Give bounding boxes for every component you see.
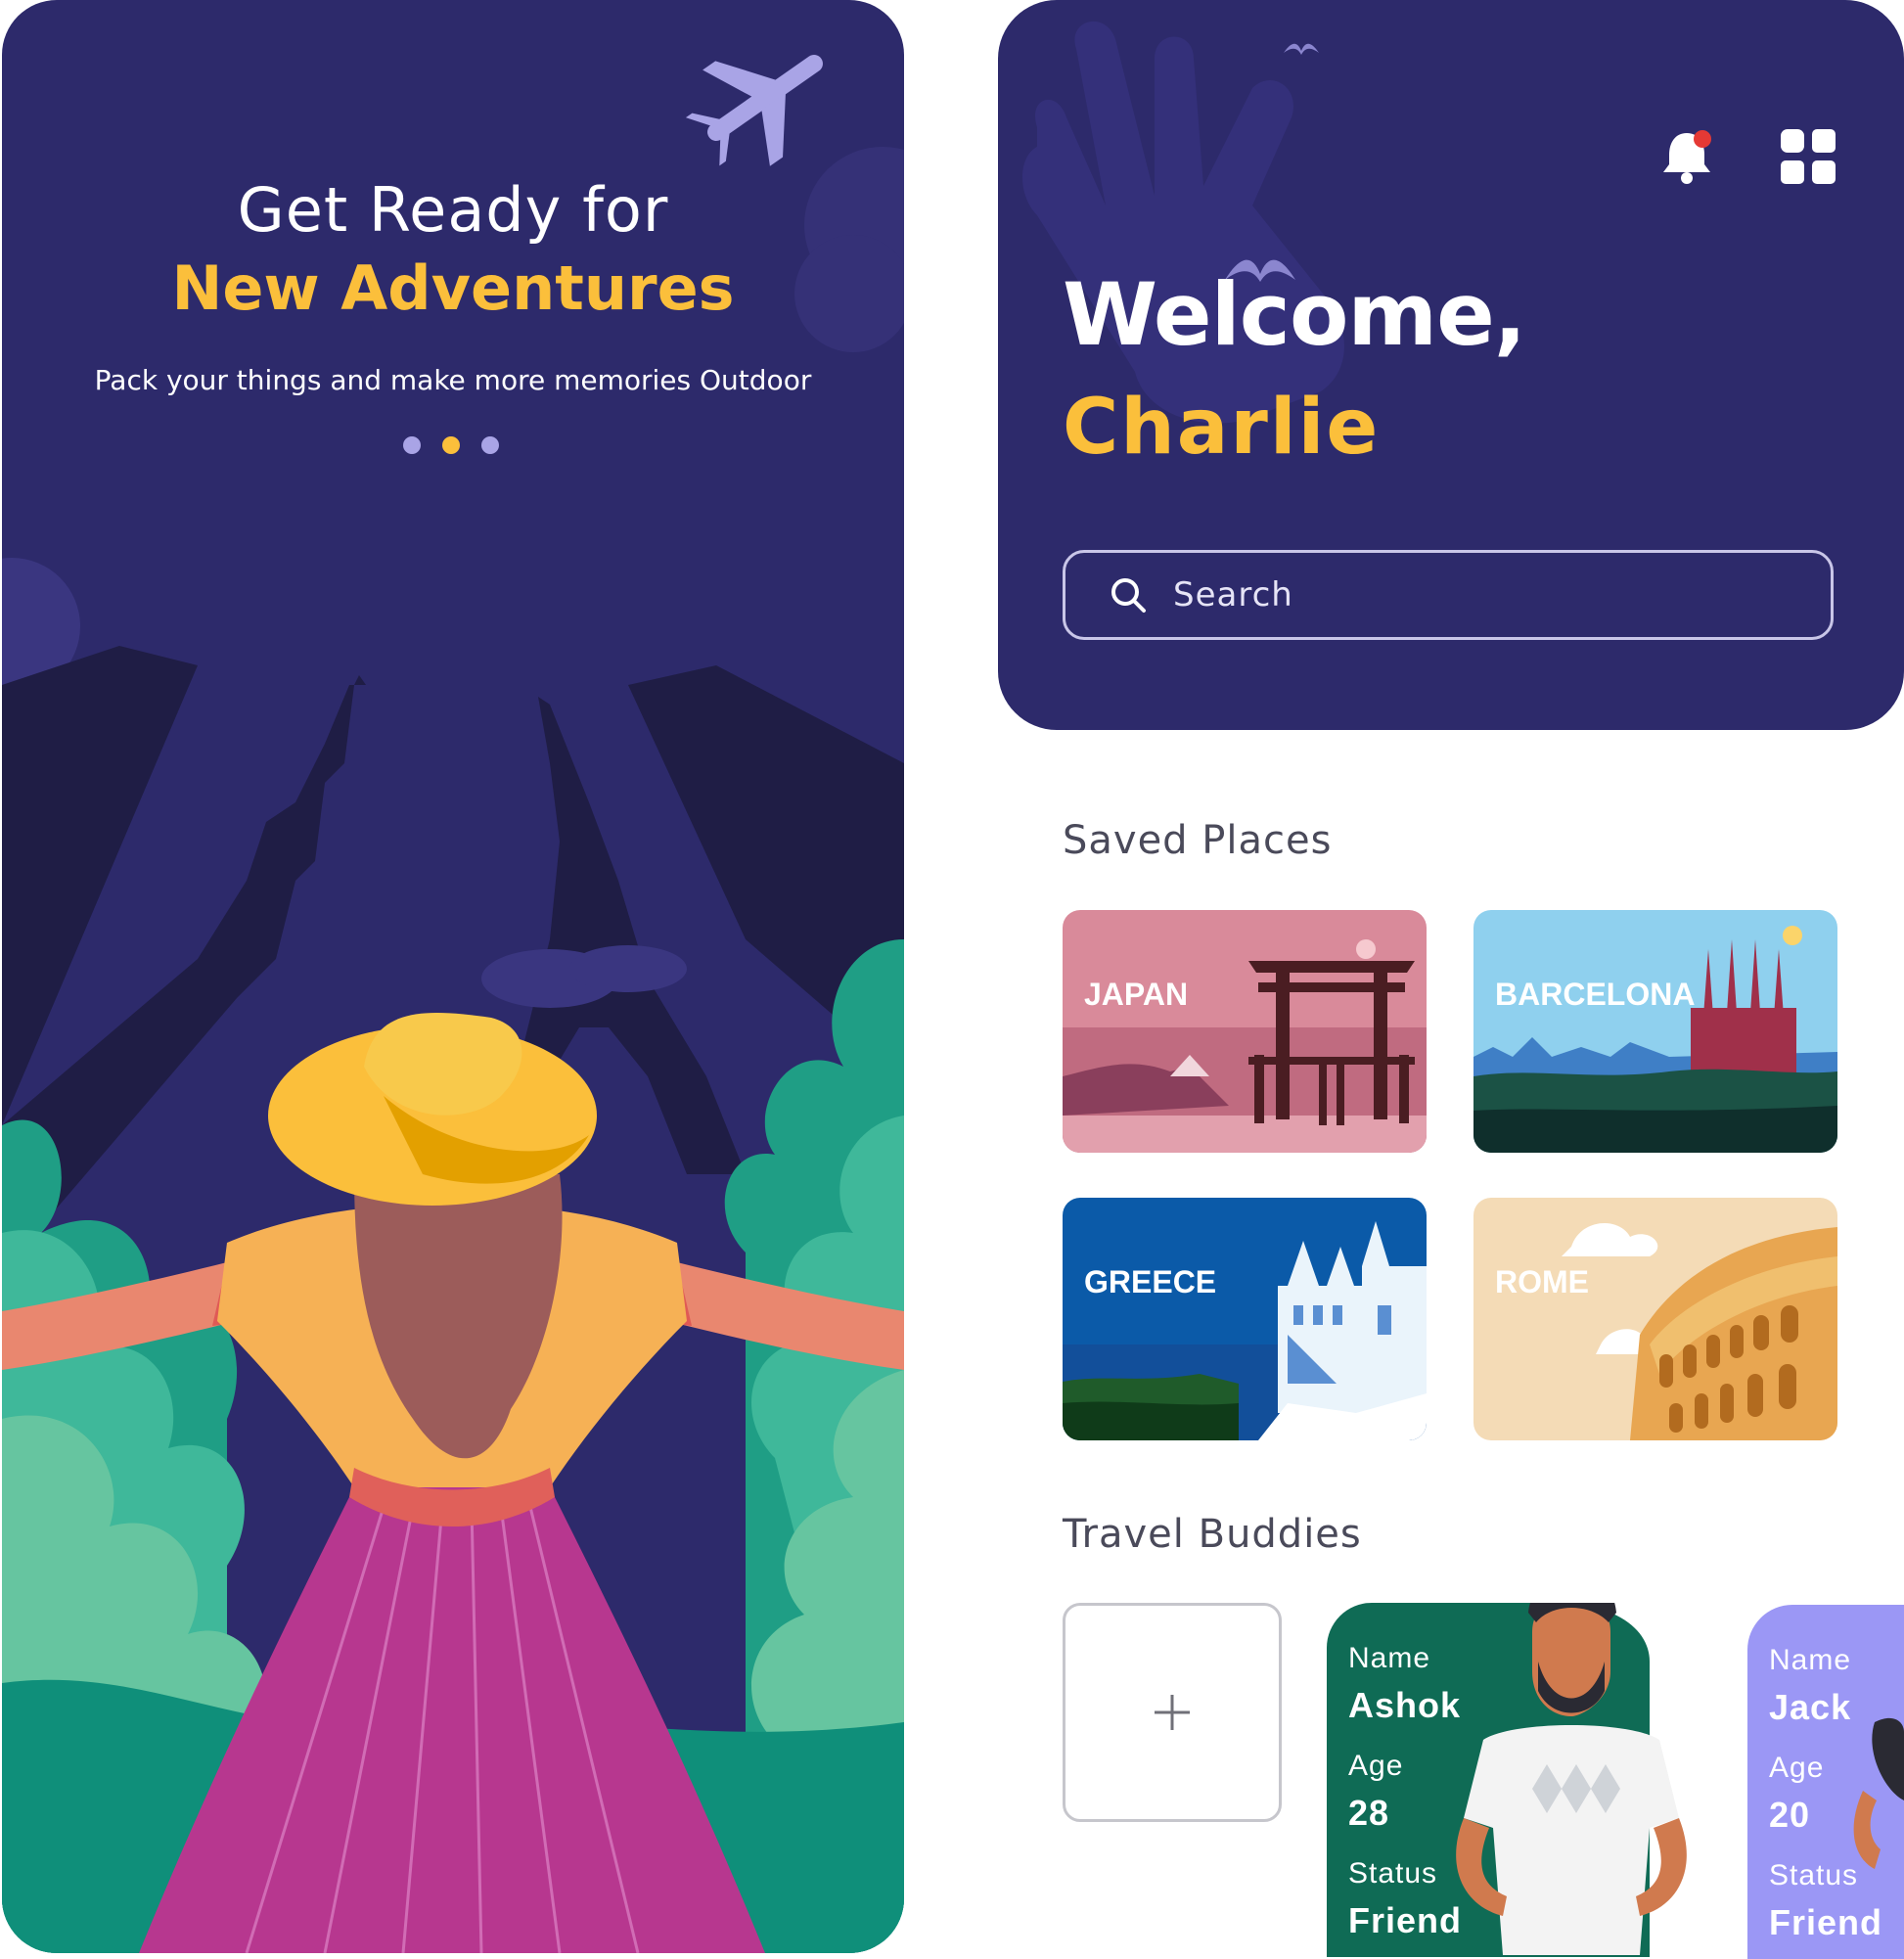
bell-icon[interactable] — [1655, 125, 1718, 188]
buddy-age: 28 — [1348, 1793, 1390, 1833]
search-icon — [1111, 578, 1146, 613]
barcelona-illustration — [1473, 910, 1837, 1153]
buddy-status: Friend — [1769, 1902, 1883, 1942]
travel-buddies-title: Travel Buddies — [1063, 1512, 1362, 1557]
grid-menu-icon[interactable] — [1779, 127, 1837, 186]
buddy-age: 20 — [1769, 1795, 1811, 1835]
place-card-barcelona[interactable]: BARCELONA — [1473, 910, 1837, 1153]
place-label: ROME — [1495, 1264, 1589, 1299]
place-label: JAPAN — [1084, 977, 1189, 1012]
place-card-greece[interactable]: GREECE — [1063, 1198, 1427, 1440]
place-label: GREECE — [1084, 1264, 1217, 1299]
buddy-name-label: Name — [1769, 1644, 1852, 1676]
buddy-name: Ashok — [1348, 1685, 1462, 1725]
buddy-name-label: Name — [1348, 1642, 1431, 1674]
buddy-card-jack[interactable]: Name Jack Age 20 Status Friend — [1747, 1605, 1904, 1959]
bird-icon — [1284, 43, 1319, 55]
place-label: BARCELONA — [1495, 977, 1696, 1012]
buddy-status-label: Status — [1769, 1859, 1859, 1891]
add-buddy-button[interactable] — [1063, 1603, 1282, 1822]
onboarding-title-highlight: New Adventures — [171, 252, 735, 324]
saved-places-title: Saved Places — [1063, 818, 1333, 863]
buddy-status-label: Status — [1348, 1857, 1438, 1890]
pagination-dot-active[interactable] — [442, 436, 460, 454]
place-card-japan[interactable]: JAPAN — [1063, 910, 1427, 1153]
buddy-status: Friend — [1348, 1900, 1463, 1940]
pagination-dot[interactable] — [403, 436, 421, 454]
buddy-card-ashok[interactable]: Name Ashok Age 28 Status Friend — [1327, 1603, 1718, 1957]
onboarding-subtitle: Pack your things and make more memories … — [94, 364, 812, 396]
onboarding-screen: Get Ready for New Adventures Pack your t… — [2, 0, 904, 1953]
pagination-dots[interactable] — [403, 436, 499, 456]
buddy-age-label: Age — [1769, 1752, 1825, 1784]
pagination-dot[interactable] — [481, 436, 499, 454]
onboarding-title: Get Ready for — [237, 174, 669, 246]
search-input[interactable] — [1171, 574, 1821, 615]
welcome-heading: Welcome, — [1063, 264, 1526, 365]
buddy-name: Jack — [1769, 1687, 1852, 1727]
plus-icon — [1155, 1695, 1190, 1730]
place-card-rome[interactable]: ROME — [1473, 1198, 1837, 1440]
rome-illustration — [1473, 1198, 1837, 1440]
search-bar[interactable] — [1063, 550, 1834, 640]
greece-illustration — [1063, 1198, 1427, 1440]
ashok-avatar — [1456, 1603, 1687, 1955]
japan-illustration — [1063, 910, 1427, 1153]
airplane-icon — [685, 55, 823, 166]
buddy-age-label: Age — [1348, 1750, 1404, 1782]
notification-dot — [1694, 130, 1711, 148]
user-name: Charlie — [1063, 384, 1381, 472]
